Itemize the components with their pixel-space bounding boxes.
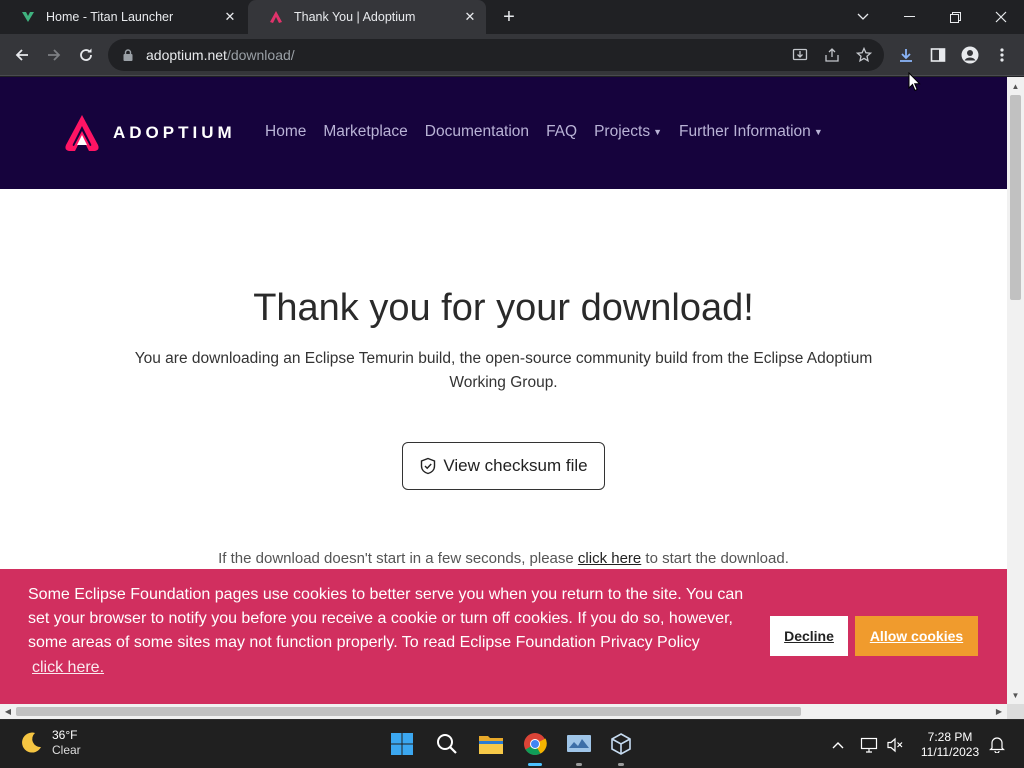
new-tab-button[interactable]: + (496, 5, 522, 29)
side-panel-icon[interactable] (923, 40, 953, 70)
downloads-icon[interactable] (891, 40, 921, 70)
nav-label: Further Information (679, 123, 811, 140)
page-title: Thank you for your download! (253, 287, 754, 329)
scroll-down-arrow-icon[interactable]: ▼ (1007, 688, 1024, 702)
nav-faq[interactable]: FAQ (546, 123, 577, 141)
tab-titan-launcher[interactable]: Home - Titan Launcher ✕ (0, 0, 246, 34)
retry-suffix: to start the download. (641, 550, 789, 567)
retry-download-link[interactable]: click here (578, 550, 641, 567)
close-window-button[interactable] (978, 0, 1024, 34)
vertical-scrollbar[interactable]: ▲ ▼ (1007, 77, 1024, 704)
scroll-up-arrow-icon[interactable]: ▲ (1007, 79, 1024, 93)
nav-projects[interactable]: Projects ▼ (594, 123, 662, 141)
volume-muted-icon[interactable] (884, 720, 906, 768)
scroll-thumb[interactable] (1010, 95, 1021, 300)
download-description: You are downloading an Eclipse Temurin b… (134, 350, 873, 391)
menu-kebab-icon[interactable] (987, 40, 1017, 70)
browser-toolbar: adoptium.net/download/ (0, 34, 1024, 76)
open-app-indicator (576, 763, 582, 766)
logo-text: ADOPTIUM (113, 123, 236, 142)
nav-label: Marketplace (323, 123, 408, 140)
share-icon[interactable] (816, 39, 848, 71)
file-explorer-icon[interactable] (474, 727, 508, 761)
tab-strip: Home - Titan Launcher ✕ Thank You | Adop… (0, 0, 1024, 34)
shield-check-icon (419, 457, 437, 475)
profile-icon[interactable] (955, 40, 985, 70)
bookmark-star-icon[interactable] (848, 39, 880, 71)
tab-title: Thank You | Adoptium (294, 10, 416, 24)
tray-overflow-icon[interactable] (828, 720, 848, 768)
allow-cookies-button[interactable]: Allow cookies (855, 616, 978, 656)
notification-bell-icon[interactable] (986, 720, 1008, 768)
cube-app-icon[interactable] (604, 727, 638, 766)
scroll-right-arrow-icon[interactable]: ▶ (992, 704, 1006, 719)
adoptium-logo[interactable]: ADOPTIUM (63, 113, 236, 153)
tab-title: Home - Titan Launcher (46, 10, 174, 24)
site-header: ADOPTIUM Home Marketplace Documentation … (0, 77, 1007, 189)
back-button[interactable] (7, 40, 37, 70)
nav-documentation[interactable]: Documentation (425, 123, 529, 141)
search-icon[interactable] (430, 727, 464, 761)
nav-label: FAQ (546, 123, 578, 140)
adoptium-logo-icon (65, 115, 99, 151)
close-icon[interactable]: ✕ (220, 7, 240, 27)
adoptium-logo-icon (268, 9, 284, 25)
nav-label: Home (265, 123, 307, 140)
privacy-policy-link[interactable]: click here. (32, 659, 104, 677)
retry-prefix: If the download doesn't start in a few s… (218, 550, 578, 567)
close-icon[interactable]: ✕ (460, 7, 480, 27)
nav-further-information[interactable]: Further Information ▼ (679, 123, 823, 141)
active-app-indicator (528, 763, 542, 766)
nav-marketplace[interactable]: Marketplace (323, 123, 407, 141)
monitor-app-icon[interactable] (562, 727, 596, 766)
system-clock[interactable]: 7:28 PM 11/11/2023 (912, 730, 988, 760)
minimize-button[interactable] (886, 0, 932, 34)
tab-search-icon[interactable] (840, 0, 886, 34)
caret-down-icon: ▼ (813, 127, 823, 137)
cookie-message: Some Eclipse Foundation pages use cookie… (28, 586, 744, 651)
weather-temp: 36°F (52, 728, 78, 742)
windows-start-icon[interactable] (385, 727, 419, 761)
caret-down-icon: ▼ (653, 127, 662, 137)
restore-button[interactable] (932, 0, 978, 34)
checksum-label: View checksum file (443, 456, 588, 475)
screen: Home - Titan Launcher ✕ Thank You | Adop… (0, 0, 1024, 768)
chrome-icon[interactable] (518, 727, 552, 766)
lock-icon[interactable] (120, 49, 136, 61)
view-checksum-button[interactable]: View checksum file (402, 442, 605, 490)
windows-taskbar: 36°F Clear 7:28 PM 11/11/2023 (0, 719, 1024, 768)
scroll-left-arrow-icon[interactable]: ◀ (1, 704, 15, 719)
cookie-banner: Some Eclipse Foundation pages use cookie… (0, 569, 1007, 704)
forward-button[interactable] (39, 40, 69, 70)
moon-icon (22, 732, 41, 753)
install-app-icon[interactable] (784, 39, 816, 71)
decline-cookies-button[interactable]: Decline (770, 616, 848, 656)
nav-home[interactable]: Home (265, 123, 306, 141)
weather-widget[interactable]: 36°F Clear (18, 728, 81, 758)
horizontal-scrollbar[interactable]: ◀ ▶ (0, 704, 1007, 719)
page-viewport: ADOPTIUM Home Marketplace Documentation … (0, 77, 1007, 704)
nav-label: Documentation (424, 123, 530, 140)
clock-time: 7:28 PM (927, 730, 973, 744)
scrollbar-corner (1007, 704, 1024, 719)
main-nav: Home Marketplace Documentation FAQ Proje… (265, 123, 840, 141)
nav-label: Projects (594, 123, 651, 140)
retry-download-text: If the download doesn't start in a few s… (0, 550, 1007, 567)
address-bar[interactable]: adoptium.net/download/ (108, 39, 884, 71)
network-icon[interactable] (858, 720, 880, 768)
reload-button[interactable] (71, 40, 101, 70)
scroll-thumb[interactable] (16, 707, 801, 716)
url-path: /download/ (226, 47, 295, 63)
weather-condition: Clear (52, 743, 81, 757)
open-app-indicator (618, 763, 624, 766)
clock-date: 11/11/2023 (920, 745, 980, 759)
url-host: adoptium.net (146, 47, 227, 63)
mouse-cursor-icon (908, 71, 921, 97)
tab-adoptium[interactable]: Thank You | Adoptium ✕ (248, 0, 486, 34)
titan-logo-icon (20, 9, 36, 25)
